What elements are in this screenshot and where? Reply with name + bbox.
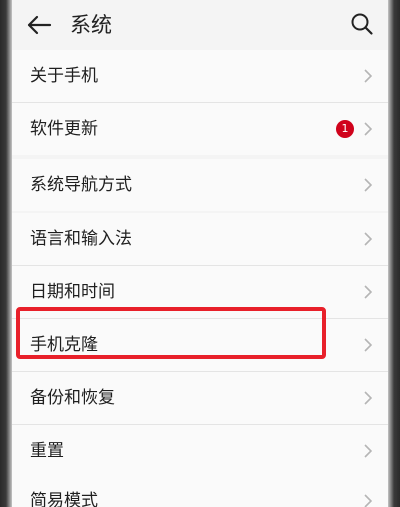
settings-item-label: 语言和输入法: [30, 229, 132, 249]
phone-frame: 系统 关于手机 软件更新 1 系统导航方式 语言和输入法 日期和时间 手机克隆 …: [0, 0, 400, 507]
settings-group-navigation: 系统导航方式: [12, 159, 388, 211]
chevron-right-icon: [364, 69, 372, 83]
settings-item-date-time[interactable]: 日期和时间: [12, 266, 388, 319]
settings-item-software-update[interactable]: 软件更新 1: [12, 103, 388, 155]
search-icon[interactable]: [350, 12, 374, 36]
settings-item-phone-clone[interactable]: 手机克隆: [12, 319, 388, 372]
settings-item-label: 软件更新: [30, 119, 98, 139]
chevron-right-icon: [364, 122, 372, 136]
app-header: 系统: [12, 0, 388, 50]
settings-item-label: 日期和时间: [30, 282, 115, 302]
settings-item-system-navigation[interactable]: 系统导航方式: [12, 159, 388, 211]
settings-item-language-input[interactable]: 语言和输入法: [12, 213, 388, 266]
chevron-right-icon: [364, 338, 372, 352]
settings-screen: 系统 关于手机 软件更新 1 系统导航方式 语言和输入法 日期和时间 手机克隆 …: [12, 0, 388, 507]
chevron-right-icon: [364, 494, 372, 507]
settings-item-label: 关于手机: [30, 66, 98, 86]
chevron-right-icon: [364, 178, 372, 192]
notification-badge: 1: [336, 120, 354, 138]
page-title: 系统: [70, 13, 112, 37]
settings-group-general: 语言和输入法 日期和时间 手机克隆 备份和恢复 重置: [12, 213, 388, 477]
settings-item-about-phone[interactable]: 关于手机: [12, 50, 388, 103]
settings-group-simple-mode: 简易模式: [12, 475, 388, 507]
settings-item-simple-mode[interactable]: 简易模式: [12, 475, 388, 507]
back-arrow-icon[interactable]: [26, 13, 52, 37]
settings-group-device: 关于手机 软件更新 1: [12, 50, 388, 155]
chevron-right-icon: [364, 285, 372, 299]
settings-item-reset[interactable]: 重置: [12, 425, 388, 477]
settings-item-label: 手机克隆: [30, 335, 98, 355]
settings-item-backup-restore[interactable]: 备份和恢复: [12, 372, 388, 425]
chevron-right-icon: [364, 232, 372, 246]
chevron-right-icon: [364, 391, 372, 405]
settings-item-label: 重置: [30, 441, 64, 461]
chevron-right-icon: [364, 444, 372, 458]
settings-item-label: 简易模式: [30, 491, 98, 507]
settings-item-label: 系统导航方式: [30, 175, 132, 195]
settings-item-label: 备份和恢复: [30, 388, 115, 408]
